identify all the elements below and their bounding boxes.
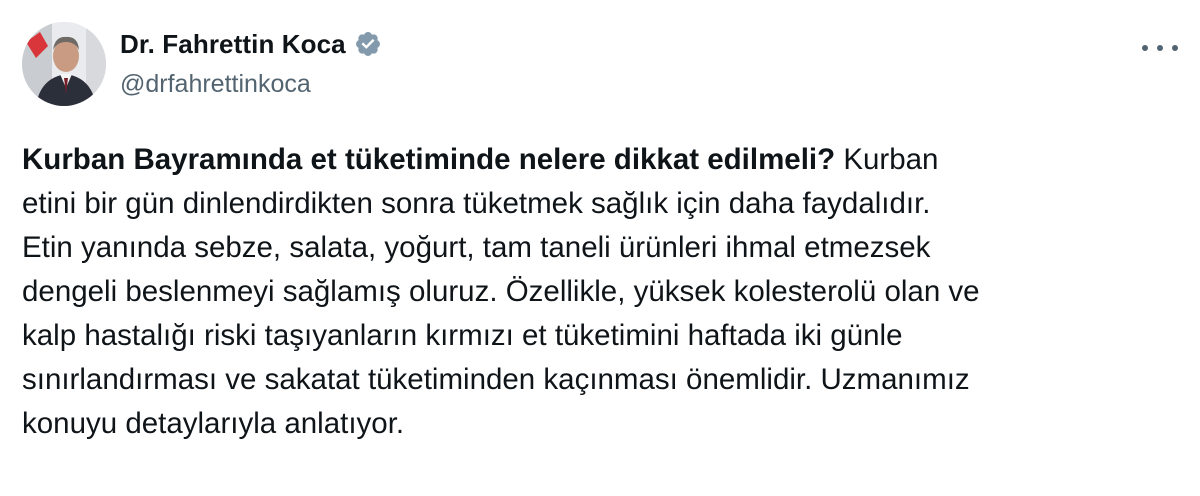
tweet-body: Kurban etini bir gün dinlendirdikten son… (22, 143, 980, 440)
user-handle[interactable]: @drfahrettinkoca (120, 70, 382, 99)
tweet-headline: Kurban Bayramında et tüketiminde nelere … (22, 143, 836, 176)
dot (1157, 45, 1163, 51)
profile-photo-icon (22, 22, 106, 106)
verified-badge-icon[interactable] (354, 30, 382, 58)
name-row: Dr. Fahrettin Koca (120, 26, 382, 62)
tweet-card: Dr. Fahrettin Koca @drfahrettinkoca Kurb… (0, 0, 1200, 496)
display-name[interactable]: Dr. Fahrettin Koca (120, 29, 346, 60)
more-options-icon[interactable] (1142, 38, 1178, 58)
tweet-header: Dr. Fahrettin Koca @drfahrettinkoca (120, 26, 382, 99)
dot (1142, 45, 1148, 51)
tweet-text: Kurban Bayramında et tüketiminde nelere … (22, 138, 1192, 446)
dot (1172, 45, 1178, 51)
avatar[interactable] (22, 22, 106, 106)
